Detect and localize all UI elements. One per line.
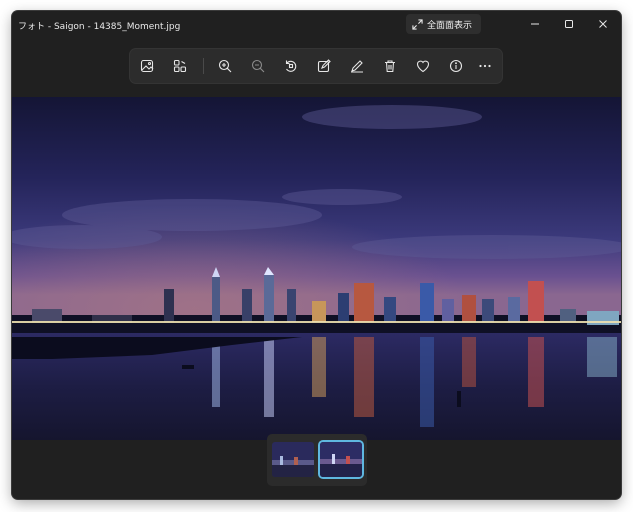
title-bar: フォト - Saigon - 14385_Moment.jpg 全面面表示 [12,11,621,39]
window-title: フォト - Saigon - 14385_Moment.jpg [18,22,181,32]
fullscreen-button[interactable]: 全面面表示 [406,14,481,34]
photo-viewer[interactable] [12,97,621,440]
gallery-icon [173,59,187,73]
close-icon [599,20,607,28]
edit-image-icon [317,59,331,73]
more-icon [479,64,491,68]
expand-icon [412,18,423,30]
fullscreen-label: 全面面表示 [427,20,473,31]
info-icon [449,59,463,73]
rotate-button[interactable] [279,54,303,78]
edit-image-button[interactable] [312,54,336,78]
delete-button[interactable] [378,54,402,78]
image-icon [140,59,154,73]
thumbnail-1[interactable] [272,442,314,477]
zoom-out-button[interactable] [246,54,270,78]
rotate-icon [285,60,297,72]
minimize-icon [531,23,539,25]
close-button[interactable] [586,11,620,37]
info-button[interactable] [444,54,468,78]
thumbnail-image [272,442,314,477]
delete-icon [385,60,395,73]
maximize-icon [565,20,573,28]
favorite-button[interactable] [411,54,435,78]
favorite-icon [416,60,430,73]
zoom-out-icon [251,59,265,73]
draw-icon [351,60,363,73]
minimize-button[interactable] [518,11,552,37]
saigon-night-photo [12,97,621,440]
filmstrip [267,434,367,486]
more-options-button[interactable] [473,54,497,78]
zoom-in-icon [218,59,232,73]
toolbar-separator [203,58,204,74]
gallery-button[interactable] [168,54,192,78]
zoom-in-button[interactable] [213,54,237,78]
draw-button[interactable] [345,54,369,78]
toolbar [130,49,502,83]
thumbnail-2[interactable] [320,442,362,477]
view-image-button[interactable] [135,54,159,78]
thumbnail-image [320,442,362,477]
maximize-button[interactable] [552,11,586,37]
photos-app-window: フォト - Saigon - 14385_Moment.jpg 全面面表示 [12,11,621,499]
